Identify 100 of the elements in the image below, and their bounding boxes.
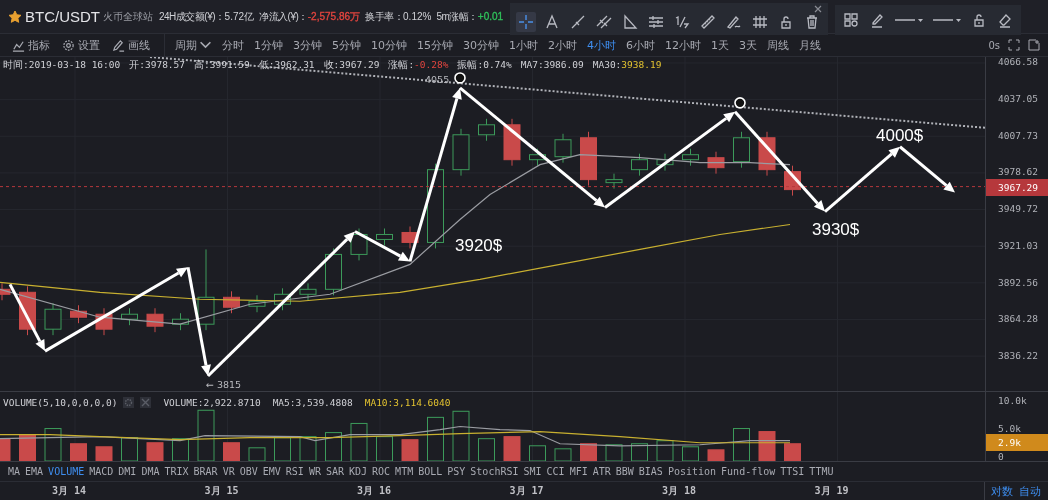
indicator-tab[interactable]: ROC bbox=[372, 466, 391, 477]
indicator-tab[interactable]: RSI bbox=[285, 466, 304, 477]
indicator-tab[interactable]: SAR bbox=[325, 466, 344, 477]
pen-icon[interactable] bbox=[726, 14, 742, 30]
indicator-tab[interactable]: DMA bbox=[141, 466, 160, 477]
trash-icon[interactable] bbox=[804, 14, 820, 30]
arrow bbox=[899, 145, 955, 193]
volume-bar bbox=[44, 428, 62, 461]
period-tab[interactable]: 周线 bbox=[767, 37, 789, 53]
indicator-tab[interactable]: DMI bbox=[118, 466, 137, 477]
volume-bar bbox=[682, 446, 699, 461]
axis-mode-button[interactable]: 自动 bbox=[1019, 483, 1041, 499]
candlestick bbox=[580, 131, 597, 187]
ruler-icon[interactable] bbox=[700, 14, 716, 30]
indicator-tab[interactable]: WR bbox=[308, 466, 321, 477]
star-icon[interactable] bbox=[8, 9, 22, 24]
info-text: MA7:3986.09 bbox=[520, 59, 584, 72]
period-tab[interactable]: 5分钟 bbox=[332, 37, 361, 53]
period-tab[interactable]: 1小时 bbox=[509, 37, 538, 53]
indicator-tab[interactable]: VOLUME bbox=[48, 466, 85, 477]
settings-icon[interactable] bbox=[62, 38, 75, 52]
indicator-tab[interactable]: TRIX bbox=[164, 466, 189, 477]
indicator-tab[interactable]: BRAR bbox=[193, 466, 218, 477]
period-tab[interactable]: 4小时 bbox=[587, 37, 616, 53]
triangle-icon[interactable] bbox=[622, 14, 638, 30]
unlocked-padlock-icon[interactable] bbox=[778, 14, 794, 30]
info-text: MA30:3938.19 bbox=[592, 59, 662, 72]
period-tab[interactable]: 3分钟 bbox=[293, 37, 322, 53]
candlestick bbox=[758, 131, 776, 177]
toolbar-button[interactable]: 画线 bbox=[112, 37, 150, 53]
line-segment-icon[interactable] bbox=[570, 14, 586, 30]
volume-bar bbox=[554, 448, 572, 461]
indicator-tab[interactable]: BIAS bbox=[638, 466, 663, 477]
indicator-tab[interactable]: MFI bbox=[569, 466, 588, 477]
last-price-tag: 3967.29 bbox=[986, 179, 1048, 196]
volume-bar bbox=[758, 431, 776, 461]
volume-bar bbox=[401, 439, 419, 461]
period-tab[interactable]: 1分钟 bbox=[254, 37, 283, 53]
indicator-tab[interactable]: KDJ bbox=[349, 466, 368, 477]
indicator-tab[interactable]: EMA bbox=[25, 466, 44, 477]
indicator-tab[interactable]: EMV bbox=[262, 466, 281, 477]
indicator-tab[interactable]: MACD bbox=[89, 466, 114, 477]
axis-label: 3836.22 bbox=[998, 350, 1039, 361]
pair-title: BTC/USDT bbox=[25, 8, 100, 25]
candlestick bbox=[784, 165, 801, 197]
period-tab[interactable]: 2小时 bbox=[548, 37, 577, 53]
marker-circle bbox=[454, 72, 466, 84]
indicator-tab[interactable]: MTM bbox=[395, 466, 414, 477]
fraction-icon[interactable] bbox=[674, 14, 690, 30]
indicator-tab[interactable]: Position bbox=[667, 466, 717, 477]
toolbar-button[interactable]: 指标 bbox=[12, 37, 50, 53]
period-tab[interactable]: 月线 bbox=[799, 37, 821, 53]
price-annotation: 3930$ bbox=[812, 220, 860, 240]
indicator-tab[interactable]: VR bbox=[222, 466, 235, 477]
indicator-tab[interactable]: TTMU bbox=[809, 466, 834, 477]
volume-bar bbox=[478, 438, 495, 461]
close-icon[interactable] bbox=[814, 5, 822, 13]
axis-mode-button[interactable]: 对数 bbox=[991, 483, 1013, 499]
volume-bar bbox=[707, 449, 725, 461]
indicator-tab[interactable]: PSY bbox=[447, 466, 466, 477]
volume-bar bbox=[70, 443, 87, 461]
period-dropdown[interactable]: 周期 bbox=[175, 37, 212, 53]
period-tab[interactable]: 12小时 bbox=[665, 37, 701, 53]
add-window-icon[interactable] bbox=[1028, 39, 1040, 51]
period-tab[interactable]: 30分钟 bbox=[463, 37, 499, 53]
settings-icon[interactable] bbox=[123, 397, 135, 408]
axis-label: 5.0k bbox=[998, 423, 1021, 434]
period-tab[interactable]: 10分钟 bbox=[371, 37, 407, 53]
fullscreen-icon[interactable] bbox=[1008, 39, 1020, 51]
period-tab[interactable]: 分时 bbox=[222, 37, 244, 53]
stat-text: 净流入(¥)：-2,575.86万 bbox=[259, 9, 361, 24]
horizontal-lines-icon[interactable] bbox=[648, 14, 664, 30]
pen-icon[interactable] bbox=[112, 38, 125, 52]
period-tab[interactable]: 1天 bbox=[711, 37, 729, 53]
parallel-lines-icon[interactable] bbox=[596, 14, 612, 30]
close-icon[interactable] bbox=[140, 397, 152, 408]
indicator-tab[interactable]: Fund-flow bbox=[721, 466, 776, 477]
indicator-tab[interactable]: ATR bbox=[592, 466, 611, 477]
crosshair-icon[interactable] bbox=[518, 14, 534, 30]
info-text: 振幅:0.74% bbox=[457, 59, 512, 72]
toolbar-button[interactable]: 设置 bbox=[62, 37, 100, 53]
period-tab[interactable]: 6小时 bbox=[626, 37, 655, 53]
indicator-tab[interactable]: SMI bbox=[523, 466, 542, 477]
indicator-tab[interactable]: StochRSI bbox=[470, 466, 519, 477]
grid-shapes-icon[interactable] bbox=[842, 12, 859, 28]
period-tab[interactable]: 3天 bbox=[739, 37, 757, 53]
period-tab[interactable]: 15分钟 bbox=[417, 37, 453, 53]
volume-bar bbox=[784, 443, 801, 461]
letter-a-icon[interactable] bbox=[544, 14, 560, 30]
indicator-tab[interactable]: MA bbox=[8, 466, 21, 477]
indicator-tab[interactable]: BBW bbox=[615, 466, 634, 477]
indicator-tab[interactable]: TTSI bbox=[780, 466, 805, 477]
volume-bar bbox=[529, 445, 546, 461]
volume-bar bbox=[248, 447, 266, 461]
volume-bar bbox=[223, 442, 240, 461]
hatched-lines-icon[interactable] bbox=[752, 14, 768, 30]
indicator-tab[interactable]: OBV bbox=[239, 466, 258, 477]
indicator-tab[interactable]: CCI bbox=[546, 466, 565, 477]
volume-bar bbox=[631, 443, 648, 461]
indicator-tab[interactable]: BOLL bbox=[418, 466, 443, 477]
